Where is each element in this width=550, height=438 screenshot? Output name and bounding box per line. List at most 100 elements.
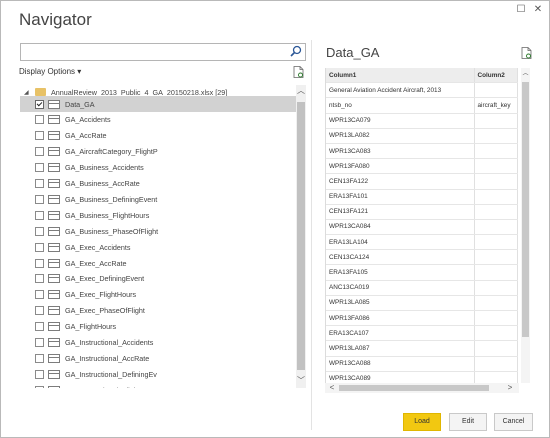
tree-item-checkbox[interactable] xyxy=(35,290,44,300)
tree-item[interactable]: GA_Business_DefiningEvent xyxy=(20,191,300,207)
tree-item[interactable]: GA_Instructional_AccRate xyxy=(20,350,300,366)
tree-item-checkbox[interactable] xyxy=(35,385,44,388)
table-icon xyxy=(48,369,60,379)
tree-item-checkbox[interactable] xyxy=(35,163,44,173)
tree-item-label: GA_Business_AccRate xyxy=(65,179,140,188)
tree-item[interactable]: GA_AircraftCategory_FlightP xyxy=(20,144,300,160)
table-icon xyxy=(48,115,60,125)
tree-item[interactable]: GA_Business_AccRate xyxy=(20,176,300,192)
tree-item[interactable]: Data_GA xyxy=(20,96,300,112)
tree-vertical-scrollbar[interactable]: ︿ ﹀ xyxy=(296,85,306,388)
tree-item-checkbox[interactable] xyxy=(35,258,44,268)
table-icon xyxy=(48,306,60,316)
table-icon xyxy=(48,179,60,188)
tree-item[interactable]: GA_Exec_AccRate xyxy=(20,255,300,271)
tree-item-label: GA_Business_Accidents xyxy=(65,163,144,173)
table-cell: WPR13LA082 xyxy=(326,128,475,144)
table-vertical-scrollbar[interactable]: ︿ xyxy=(521,68,530,383)
tree-item[interactable]: GA_AccRate xyxy=(20,128,300,144)
column-header[interactable]: Column2 xyxy=(474,68,518,84)
scroll-down-arrow[interactable]: ﹀ xyxy=(296,376,306,386)
table-horizontal-scrollbar[interactable]: < > xyxy=(325,383,519,393)
table-row: WPR13FA080 xyxy=(326,158,518,175)
refresh-preview-icon[interactable] xyxy=(293,66,304,78)
tree-item-checkbox[interactable] xyxy=(35,115,44,125)
table-cell xyxy=(474,173,518,190)
tree-item-checkbox[interactable] xyxy=(35,210,44,220)
restore-window-button[interactable]: ☐ xyxy=(514,3,528,17)
table-cell: WPR13CA089 xyxy=(326,371,475,383)
table-icon xyxy=(48,131,60,141)
tree-item-checkbox[interactable] xyxy=(35,322,44,332)
table-row: ERA13CA107 xyxy=(326,325,518,342)
cancel-button[interactable]: Cancel xyxy=(494,413,533,431)
tree-item-checkbox[interactable] xyxy=(35,369,44,379)
load-button[interactable]: Load xyxy=(403,413,441,431)
tree-item-label: GA_Instructional_DefiningEv xyxy=(65,369,157,379)
tree-item[interactable]: GA_Accidents xyxy=(20,112,300,128)
tree-item-checkbox[interactable] xyxy=(35,353,44,363)
scroll-left-arrow[interactable]: < xyxy=(327,383,337,393)
chevron-down-icon: ▾ xyxy=(77,67,82,76)
tree-item-checkbox[interactable] xyxy=(35,179,44,188)
tree-item-checkbox[interactable] xyxy=(35,226,44,236)
tree-item[interactable]: GA_Instructional_DefiningEv xyxy=(20,366,300,382)
tree-item[interactable]: GA_FlightHours xyxy=(20,319,300,335)
tree-item[interactable]: GA_Exec_Accidents xyxy=(20,239,300,255)
tree-item[interactable]: GA_Business_Accidents xyxy=(20,160,300,176)
display-options-dropdown[interactable]: Display Options ▾ xyxy=(19,67,81,76)
tree-item[interactable]: GA_Exec_PhaseOfFlight xyxy=(20,303,300,319)
close-window-button[interactable]: ✕ xyxy=(531,3,545,17)
table-row: WPR13LA087 xyxy=(326,340,518,357)
table-cell xyxy=(474,356,518,372)
column-header[interactable]: Column1 xyxy=(326,68,475,84)
table-cell xyxy=(474,219,518,236)
search-input[interactable] xyxy=(21,46,292,63)
scrollbar-thumb[interactable] xyxy=(297,102,305,370)
tree-item[interactable]: GA_Instructional_Accidents xyxy=(20,335,300,351)
scrollbar-thumb[interactable] xyxy=(522,82,529,337)
tree-item[interactable]: GA_Instructional_FlightHour xyxy=(20,382,300,388)
table-icon xyxy=(48,353,60,363)
tree-item-label: GA_Business_FlightHours xyxy=(65,210,150,220)
edit-button[interactable]: Edit xyxy=(449,413,487,431)
search-field[interactable] xyxy=(20,43,306,63)
tree-item[interactable]: GA_Business_FlightHours xyxy=(20,207,300,223)
export-preview-icon[interactable] xyxy=(521,47,532,59)
tree-item-checkbox[interactable] xyxy=(35,306,44,316)
search-icon[interactable] xyxy=(290,45,302,57)
table-icon xyxy=(48,322,60,332)
scroll-up-arrow[interactable]: ︿ xyxy=(521,69,530,79)
table-cell xyxy=(474,310,518,327)
table-icon xyxy=(48,163,60,173)
expand-arrow-icon[interactable]: ◢ xyxy=(24,89,32,96)
table-row: ANC13CA019 xyxy=(326,280,518,296)
tree-item-checkbox[interactable] xyxy=(35,99,44,109)
table-cell: CEN13FA122 xyxy=(326,173,475,190)
table-icon xyxy=(48,258,60,268)
table-row: ERA13FA105 xyxy=(326,264,518,281)
tree-item[interactable]: GA_Business_PhaseOfFlight xyxy=(20,223,300,239)
table-cell xyxy=(474,340,518,357)
tree-item-checkbox[interactable] xyxy=(35,147,44,157)
tree-item-checkbox[interactable] xyxy=(35,242,44,252)
table-row: WPR13CA088 xyxy=(326,356,518,372)
tree-item-label: GA_Exec_FlightHours xyxy=(65,290,137,300)
scroll-up-arrow[interactable]: ︿ xyxy=(296,86,306,96)
navigator-tree: ◢ AnnualReview_2013_Public_4_GA_20150218… xyxy=(20,85,307,388)
window-title: Navigator xyxy=(19,10,92,29)
tree-item-checkbox[interactable] xyxy=(35,274,44,284)
scroll-right-arrow[interactable]: > xyxy=(505,383,515,393)
table-row: WPR13CA083 xyxy=(326,143,518,160)
tree-item-checkbox[interactable] xyxy=(35,131,44,141)
tree-item-checkbox[interactable] xyxy=(35,338,44,347)
tree-item[interactable]: GA_Exec_DefiningEvent xyxy=(20,271,300,287)
scrollbar-thumb[interactable] xyxy=(339,385,489,391)
tree-item[interactable]: GA_Exec_FlightHours xyxy=(20,287,300,303)
table-cell: WPR13CA084 xyxy=(326,219,475,236)
folder-icon xyxy=(35,88,46,96)
tree-item-label: GA_Instructional_FlightHour xyxy=(65,386,155,388)
tree-item-checkbox[interactable] xyxy=(35,194,44,204)
table-cell: ntsb_no xyxy=(326,97,475,114)
table-icon xyxy=(48,274,60,284)
